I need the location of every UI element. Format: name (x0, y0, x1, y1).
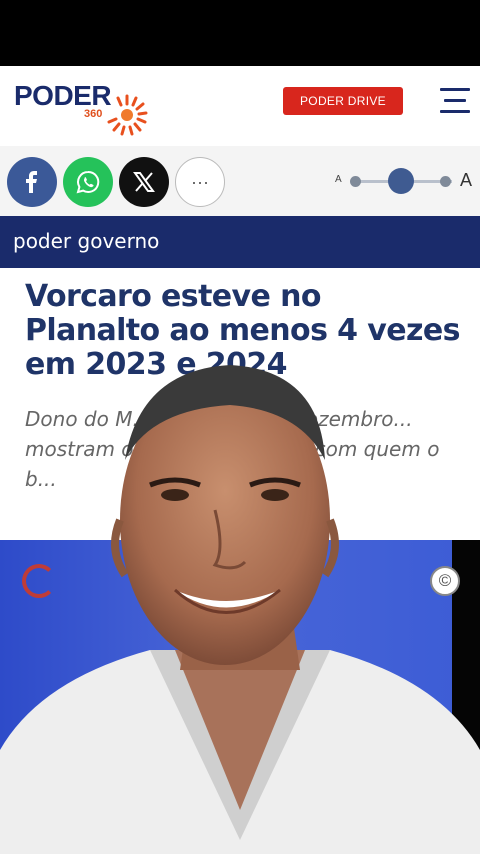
sun-icon (107, 94, 148, 136)
site-header: PODER 360 PODER DRIVE (0, 66, 480, 146)
section-banner[interactable]: poder governo (0, 216, 480, 268)
hamburger-menu-icon[interactable] (440, 88, 470, 114)
share-toolbar: ··· A A (0, 146, 480, 216)
facebook-share-button[interactable] (7, 157, 57, 207)
section-label: poder governo (13, 229, 160, 253)
slider-dot-3 (440, 176, 451, 187)
presenter-video-overlay (0, 365, 480, 854)
font-size-small-label: A (335, 174, 342, 185)
x-logo-icon (133, 172, 155, 192)
poder360-logo[interactable]: PODER 360 (14, 80, 154, 136)
whatsapp-icon (76, 170, 100, 194)
whatsapp-share-button[interactable] (63, 157, 113, 207)
poder-drive-button[interactable]: PODER DRIVE (283, 87, 403, 115)
more-share-button[interactable]: ··· (175, 157, 225, 207)
font-size-slider-knob[interactable] (388, 168, 414, 194)
logo-360: 360 (84, 108, 103, 120)
slider-dot-1 (350, 176, 361, 187)
font-size-large-label: A (460, 170, 473, 190)
x-share-button[interactable] (119, 157, 169, 207)
top-status-bar (0, 0, 480, 66)
facebook-icon (26, 171, 37, 193)
